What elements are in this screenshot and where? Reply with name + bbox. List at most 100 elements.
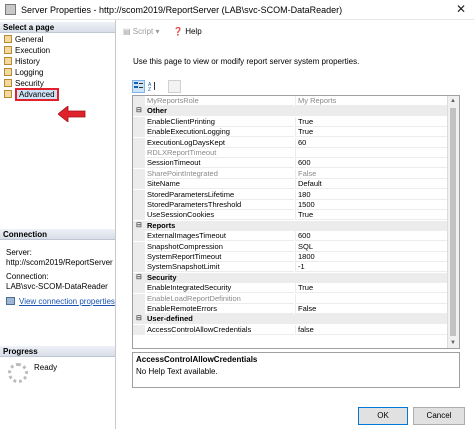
property-name: AccessControlAllowCredentials bbox=[147, 325, 294, 335]
grid-category-row[interactable]: ⊟ User-defined bbox=[133, 314, 459, 325]
property-name: SiteName bbox=[147, 179, 294, 190]
property-value[interactable]: SQL bbox=[295, 241, 447, 252]
grid-property-row[interactable]: SystemSnapshotLimit -1 bbox=[133, 262, 459, 273]
grid-category-row[interactable]: ⊟ Other bbox=[133, 106, 459, 117]
row-gutter bbox=[133, 262, 145, 273]
grid-property-row[interactable]: AccessControlAllowCredentials false bbox=[133, 324, 459, 335]
row-gutter bbox=[133, 158, 145, 169]
view-connection-link-text[interactable]: View connection properties bbox=[19, 297, 115, 306]
grid-property-row[interactable]: SnapshotCompression SQL bbox=[133, 241, 459, 252]
grid-category-row[interactable]: ⊟ Security bbox=[133, 272, 459, 283]
help-panel-title: AccessControlAllowCredentials bbox=[136, 355, 258, 364]
grid-property-row[interactable]: SharePointIntegrated False bbox=[133, 168, 459, 179]
collapse-icon[interactable]: ⊟ bbox=[136, 221, 142, 231]
grid-property-row[interactable]: EnableRemoteErrors False bbox=[133, 304, 459, 314]
grid-property-row[interactable]: MyReportsRole My Reports bbox=[133, 96, 459, 106]
property-value[interactable]: 60 bbox=[295, 137, 447, 148]
grid-property-row[interactable]: RDLXReportTimeout bbox=[133, 148, 459, 158]
property-value[interactable]: 1800 bbox=[295, 252, 447, 262]
property-value[interactable]: True bbox=[295, 127, 447, 138]
page-label: General bbox=[15, 35, 44, 44]
grid-category-row[interactable]: ⊟ Reports bbox=[133, 220, 459, 231]
page-item-logging[interactable]: Logging bbox=[4, 67, 43, 78]
row-gutter bbox=[133, 304, 145, 314]
page-label: Logging bbox=[15, 68, 44, 77]
grid-property-row[interactable]: EnableIntegratedSecurity True bbox=[133, 283, 459, 294]
grid-property-row[interactable]: ExecutionLogDaysKept 60 bbox=[133, 137, 459, 148]
property-name: EnableRemoteErrors bbox=[147, 304, 294, 314]
grid-property-row[interactable]: EnableExecutionLogging True bbox=[133, 127, 459, 138]
help-button[interactable]: ❓ Help bbox=[173, 27, 202, 36]
row-gutter bbox=[133, 252, 145, 262]
page-label: Security bbox=[15, 79, 44, 88]
ok-button[interactable]: OK bbox=[358, 407, 408, 425]
grid-property-row[interactable]: SystemReportTimeout 1800 bbox=[133, 252, 459, 262]
cancel-button[interactable]: Cancel bbox=[413, 407, 465, 425]
collapse-icon[interactable]: ⊟ bbox=[136, 106, 142, 116]
page-label: Execution bbox=[15, 46, 51, 55]
page-icon bbox=[4, 90, 12, 98]
property-value[interactable]: 180 bbox=[295, 189, 447, 200]
page-icon bbox=[4, 35, 12, 43]
page-icon bbox=[4, 57, 12, 65]
grid-property-row[interactable]: SiteName Default bbox=[133, 179, 459, 190]
select-page-header: Select a page bbox=[0, 22, 115, 33]
grid-property-row[interactable]: EnableLoadReportDefinition bbox=[133, 293, 459, 304]
grid-property-row[interactable]: ExternalImagesTimeout 600 bbox=[133, 231, 459, 242]
collapse-icon[interactable]: ⊟ bbox=[136, 273, 142, 283]
property-value[interactable]: True bbox=[295, 283, 447, 294]
page-item-advanced[interactable]: Advanced bbox=[4, 88, 59, 101]
property-value[interactable]: false bbox=[295, 324, 447, 335]
category-label: User-defined bbox=[147, 314, 193, 324]
property-name: MyReportsRole bbox=[147, 96, 294, 106]
property-name: EnableIntegratedSecurity bbox=[147, 283, 294, 294]
property-value[interactable]: 600 bbox=[295, 158, 447, 169]
grid-property-row[interactable]: StoredParametersThreshold 1500 bbox=[133, 200, 459, 210]
row-gutter bbox=[133, 241, 145, 252]
property-value[interactable]: -1 bbox=[295, 262, 447, 273]
property-pages-icon[interactable] bbox=[168, 80, 181, 93]
view-connection-link[interactable]: View connection properties bbox=[6, 297, 115, 307]
grid-property-row[interactable]: UseSessionCookies True bbox=[133, 210, 459, 221]
page-label: History bbox=[15, 57, 40, 66]
help-icon: ❓ bbox=[173, 27, 183, 36]
scroll-up-icon[interactable]: ▲ bbox=[450, 98, 456, 104]
property-name: UseSessionCookies bbox=[147, 210, 294, 221]
property-grid[interactable]: MyReportsRole My Reports ⊟ Other EnableClien… bbox=[132, 95, 460, 349]
property-value[interactable]: True bbox=[295, 210, 447, 221]
page-item-general[interactable]: General bbox=[4, 34, 43, 45]
property-value bbox=[295, 293, 447, 304]
property-value[interactable]: 1500 bbox=[295, 200, 447, 210]
alphabetical-sort-icon[interactable]: AZ bbox=[148, 80, 161, 93]
row-gutter bbox=[133, 116, 145, 127]
scroll-down-icon[interactable]: ▼ bbox=[450, 340, 456, 346]
progress-spinner-icon bbox=[8, 363, 28, 383]
script-button[interactable]: ▤ Script ▾ bbox=[123, 27, 160, 36]
property-value bbox=[295, 148, 447, 158]
property-value[interactable]: 600 bbox=[295, 231, 447, 242]
grid-property-row[interactable]: StoredParametersLifetime 180 bbox=[133, 189, 459, 200]
collapse-icon[interactable]: ⊟ bbox=[136, 314, 142, 324]
title-bar: Server Properties - http://scom2019/Repo… bbox=[0, 0, 474, 20]
property-value[interactable]: False bbox=[295, 304, 447, 314]
svg-text:Z: Z bbox=[148, 87, 151, 91]
row-gutter bbox=[133, 127, 145, 138]
server-value: http://scom2019/ReportServer bbox=[6, 258, 113, 267]
page-description: Use this page to view or modify report s… bbox=[133, 57, 360, 66]
grid-property-row[interactable]: SessionTimeout 600 bbox=[133, 158, 459, 169]
close-icon[interactable]: ✕ bbox=[456, 2, 466, 16]
scrollbar-thumb[interactable] bbox=[450, 108, 456, 336]
property-value[interactable]: True bbox=[295, 116, 447, 127]
property-name: SystemReportTimeout bbox=[147, 252, 294, 262]
property-name: ExecutionLogDaysKept bbox=[147, 138, 294, 148]
page-item-history[interactable]: History bbox=[4, 56, 40, 67]
categorized-sort-icon[interactable] bbox=[132, 80, 145, 93]
grid-property-row[interactable]: EnableClientPrinting True bbox=[133, 116, 459, 127]
property-value[interactable]: Default bbox=[295, 179, 447, 190]
dropdown-arrow-icon: ▾ bbox=[155, 27, 160, 36]
page-item-execution[interactable]: Execution bbox=[4, 45, 50, 56]
property-name: RDLXReportTimeout bbox=[147, 148, 294, 158]
property-name: StoredParametersLifetime bbox=[147, 190, 294, 200]
grid-scrollbar[interactable]: ▲ ▼ bbox=[447, 96, 459, 348]
app-icon bbox=[5, 4, 16, 15]
